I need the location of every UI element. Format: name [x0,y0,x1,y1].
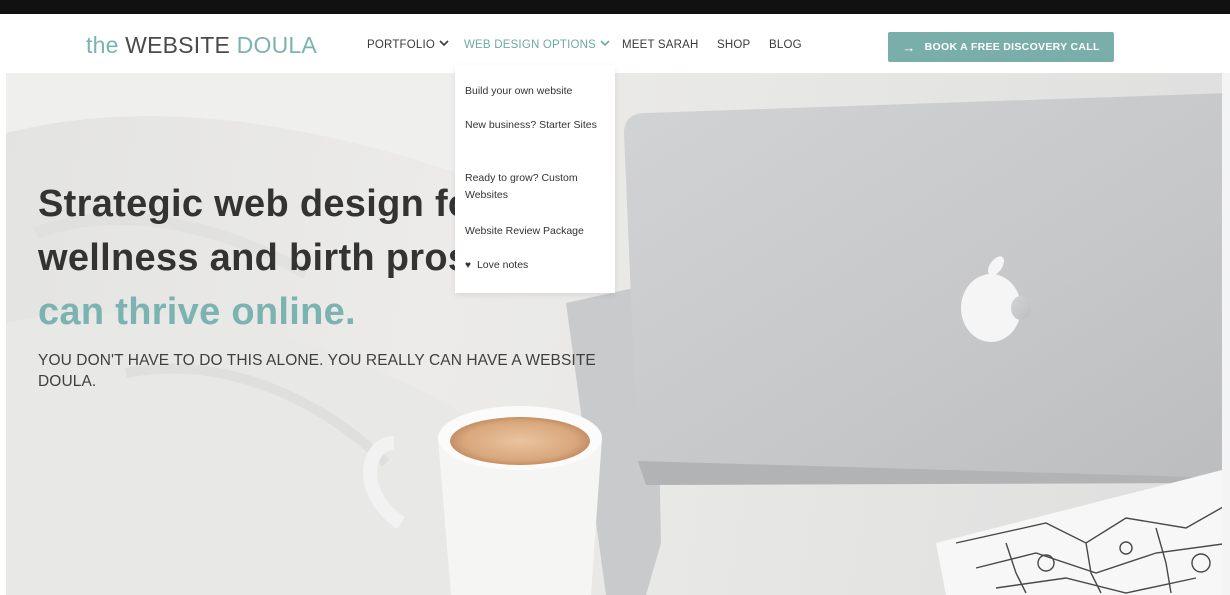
dropdown-item-website-review[interactable]: Website Review Package [465,223,605,240]
chevron-down-icon [439,40,449,47]
top-bar [0,0,1230,14]
web-design-options-dropdown: Build your own website New business? Sta… [455,65,615,293]
chevron-down-icon [600,40,610,47]
dropdown-item-starter-sites[interactable]: New business? Starter Sites [465,117,605,134]
site-header: the WEBSITE DOULA PORTFOLIO WEB DESIGN O… [0,14,1230,73]
arrow-right-icon: → [902,39,916,55]
nav-item-portfolio[interactable]: PORTFOLIO [367,39,449,51]
nav-item-web-design-options[interactable]: WEB DESIGN OPTIONS [464,39,610,51]
page-edge [1222,73,1230,595]
nav-item-blog[interactable]: BLOG [769,39,802,51]
dropdown-item-build-your-own[interactable]: Build your own website [465,83,605,100]
book-discovery-call-button[interactable]: → BOOK A FREE DISCOVERY CALL [888,32,1114,62]
nav-item-shop[interactable]: SHOP [717,39,750,51]
heart-icon: ♥ [465,260,471,271]
dropdown-item-custom-websites[interactable]: Ready to grow? Custom Websites [465,170,605,204]
nav-item-meet-sarah[interactable]: MEET SARAH [622,39,699,51]
dropdown-item-love-notes[interactable]: ♥ Love notes [465,257,605,274]
hero-subhead: YOU DON'T HAVE TO DO THIS ALONE. YOU REA… [38,352,596,390]
headline-line-3: can thrive online. [38,291,356,333]
